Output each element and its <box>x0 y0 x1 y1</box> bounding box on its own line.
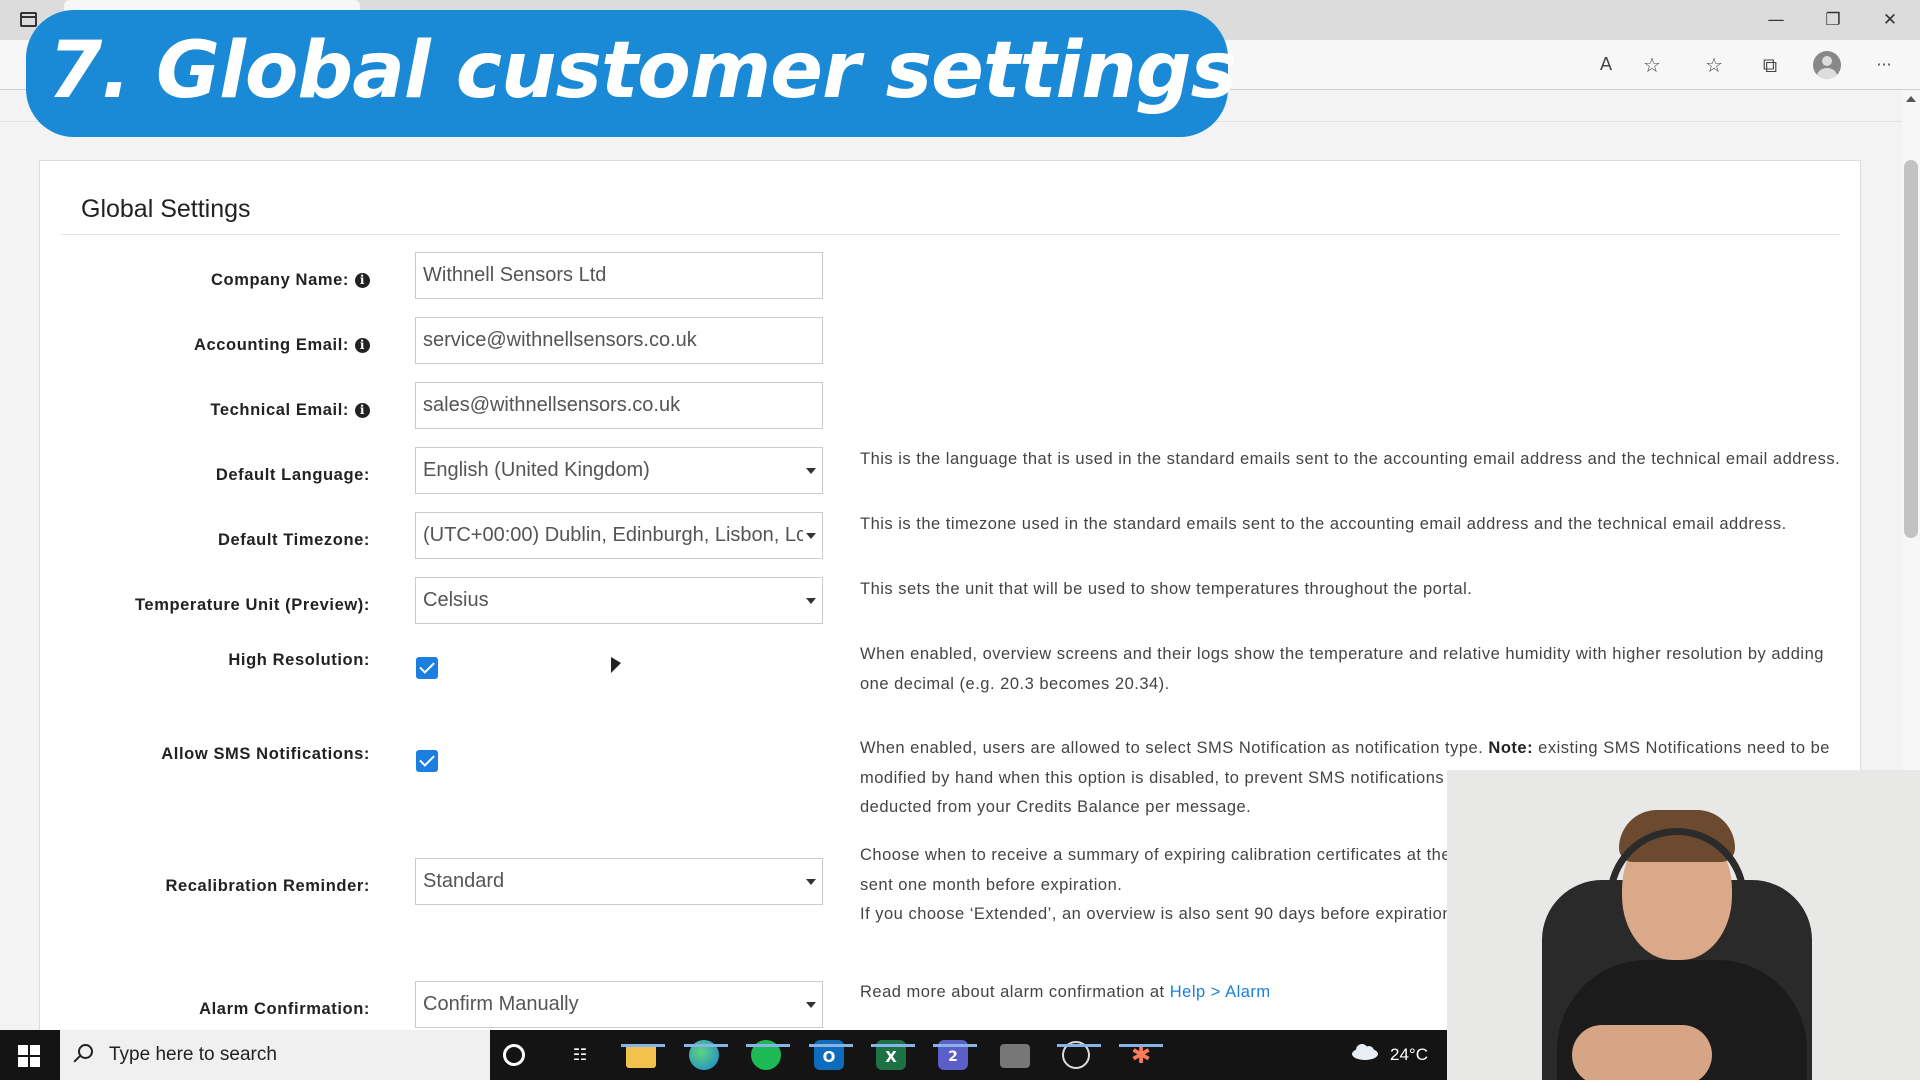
accounting-email-input[interactable]: service@withnellsensors.co.uk <box>415 317 823 364</box>
overlay-title: 7. Global customer settings <box>26 10 1237 137</box>
high-resolution-checkbox[interactable] <box>416 657 438 679</box>
active-app-indicator <box>621 1044 665 1047</box>
allow-sms-checkbox[interactable] <box>416 750 438 772</box>
collections-icon[interactable]: ⧉ <box>1753 50 1787 80</box>
high-resolution-help: When enabled, overview screens and their… <box>860 645 1824 693</box>
default-timezone-help: This is the timezone used in the standar… <box>860 515 1787 533</box>
company-name-label: Company Name: i <box>40 271 370 290</box>
chevron-down-icon <box>806 533 816 539</box>
scroll-up-icon[interactable] <box>1906 96 1916 102</box>
minimize-button[interactable]: — <box>1753 6 1799 34</box>
info-icon[interactable]: i <box>355 403 370 418</box>
alarm-confirmation-select[interactable]: Confirm Manually <box>415 981 823 1028</box>
technical-email-label: Technical Email: i <box>40 401 370 420</box>
restore-button[interactable]: ❐ <box>1810 6 1856 34</box>
company-name-input[interactable]: Withnell Sensors Ltd <box>415 252 823 299</box>
task-view-icon[interactable]: ☷ <box>563 1038 597 1072</box>
info-icon[interactable]: i <box>355 338 370 353</box>
recalibration-reminder-select[interactable]: Standard <box>415 858 823 905</box>
read-aloud-icon[interactable]: A <box>1589 50 1623 80</box>
close-button[interactable]: ✕ <box>1867 6 1913 34</box>
cloud-icon[interactable] <box>1350 1043 1380 1061</box>
scrollbar-thumb[interactable] <box>1904 160 1918 538</box>
chevron-down-icon <box>806 1002 816 1008</box>
presenter-hand <box>1572 1025 1712 1080</box>
divider <box>61 234 1840 235</box>
allow-sms-label: Allow SMS Notifications: <box>161 745 370 763</box>
active-app-indicator <box>1119 1044 1163 1047</box>
high-resolution-label: High Resolution: <box>228 651 370 669</box>
recalibration-reminder-label: Recalibration Reminder: <box>165 877 370 895</box>
active-app-indicator <box>1057 1044 1101 1047</box>
chevron-down-icon <box>806 879 816 885</box>
weather-temperature[interactable]: 24°C <box>1390 1045 1428 1065</box>
search-placeholder: Type here to search <box>109 1044 277 1065</box>
default-language-help: This is the language that is used in the… <box>860 450 1841 468</box>
alarm-confirmation-label: Alarm Confirmation: <box>199 1000 370 1018</box>
default-language-label: Default Language: <box>215 466 370 484</box>
add-favorite-icon[interactable]: ☆ <box>1635 50 1669 80</box>
temperature-unit-help: This sets the unit that will be used to … <box>860 580 1473 598</box>
default-timezone-select[interactable]: (UTC+00:00) Dublin, Edinburgh, Lisbon, L… <box>415 512 823 559</box>
default-language-select[interactable]: English (United Kingdom) <box>415 447 823 494</box>
chevron-down-icon <box>806 598 816 604</box>
chevron-down-icon <box>806 468 816 474</box>
taskbar-search-box[interactable]: Type here to search <box>60 1030 490 1080</box>
teams-badge: 2 <box>948 1049 958 1065</box>
active-app-indicator <box>933 1044 977 1047</box>
search-icon <box>78 1044 93 1059</box>
webcam-video-overlay <box>1447 770 1920 1080</box>
active-app-indicator <box>809 1044 853 1047</box>
help-alarm-link[interactable]: Help > Alarm <box>1170 983 1271 1001</box>
more-icon[interactable]: ··· <box>1867 50 1901 80</box>
panel-title: Global Settings <box>81 195 251 223</box>
windows-start-icon[interactable] <box>18 1045 40 1067</box>
temperature-unit-label: Temperature Unit (Preview): <box>134 596 370 614</box>
accounting-email-label: Accounting Email: i <box>40 336 370 355</box>
camera-icon[interactable] <box>1000 1044 1030 1068</box>
active-app-indicator <box>684 1044 728 1047</box>
tab-actions-icon[interactable] <box>20 12 37 27</box>
file-explorer-icon[interactable] <box>626 1044 656 1068</box>
profile-icon[interactable] <box>1813 51 1841 79</box>
temperature-unit-select[interactable]: Celsius <box>415 577 823 624</box>
default-timezone-label: Default Timezone: <box>218 531 370 549</box>
technical-email-input[interactable]: sales@withnellsensors.co.uk <box>415 382 823 429</box>
favorites-icon[interactable]: ☆ <box>1697 50 1731 80</box>
info-icon[interactable]: i <box>355 273 370 288</box>
cortana-icon[interactable] <box>503 1044 525 1066</box>
active-app-indicator <box>746 1044 790 1047</box>
address-bar[interactable] <box>1215 46 1905 84</box>
active-app-indicator <box>871 1044 915 1047</box>
